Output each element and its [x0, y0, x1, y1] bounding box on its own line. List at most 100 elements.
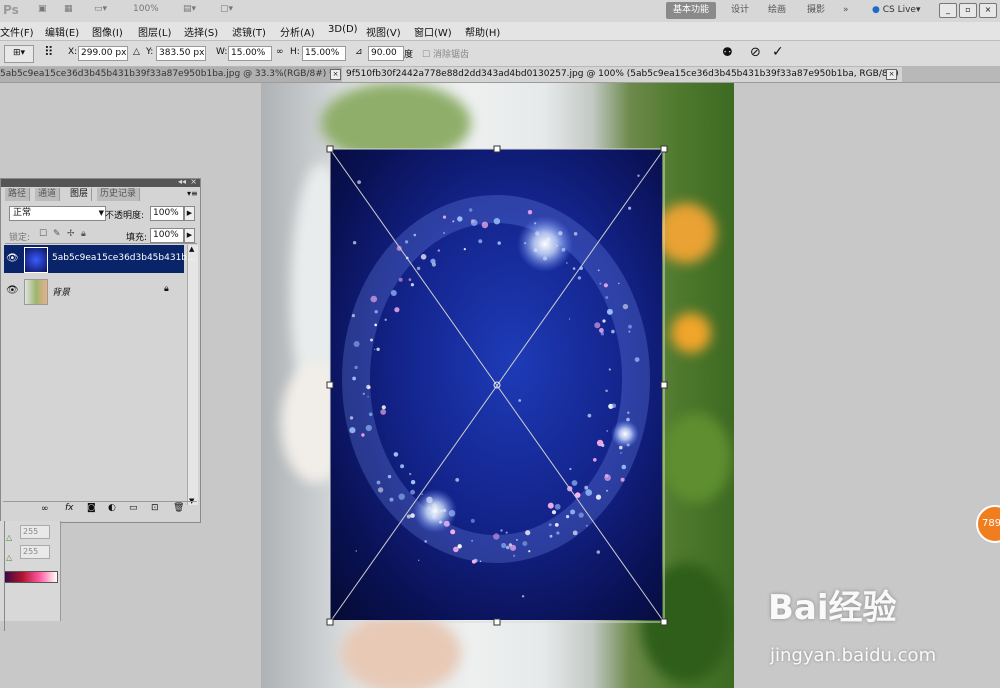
panel-header[interactable]: ◂◂ ×	[1, 177, 200, 187]
handle-top-center	[493, 145, 501, 153]
collapse-icon[interactable]: ◂◂	[178, 177, 186, 186]
tab-history[interactable]: 历史记录	[97, 188, 141, 201]
angle-input[interactable]: 90.00	[368, 46, 404, 61]
y-position-input[interactable]: 383.50 px	[156, 46, 206, 61]
view-extras-icon[interactable]: ▭▾	[94, 4, 107, 18]
adjustment-layer-icon[interactable]: ◐	[108, 503, 116, 513]
workspace-design[interactable]: 设计	[724, 2, 756, 19]
slider-marker-icon[interactable]: △	[6, 553, 12, 562]
delete-layer-icon[interactable]: 🗑︎	[173, 503, 184, 513]
handle-middle-left	[326, 381, 334, 389]
lock-image-icon[interactable]: ✎	[53, 229, 61, 239]
restore-button[interactable]: ▫	[959, 3, 977, 18]
minimize-button[interactable]: _	[939, 3, 957, 18]
minibridge-icon[interactable]: ▦	[64, 4, 73, 18]
menu-edit[interactable]: 编辑(E)	[45, 24, 79, 39]
opacity-arrow[interactable]: ▶	[184, 206, 195, 221]
layer-style-icon[interactable]: fx	[65, 503, 74, 513]
layers-footer: ∞ fx ◙ ◐ ▭ ⊡ 🗑︎	[3, 501, 197, 520]
menu-3d[interactable]: 3D(D)	[328, 24, 358, 35]
lock-all-icon[interactable]: 🔒︎	[81, 229, 86, 239]
panel-close-icon[interactable]: ×	[190, 177, 197, 186]
new-layer-icon[interactable]: ⊡	[151, 503, 159, 513]
relative-position-icon[interactable]: △	[133, 47, 140, 57]
width-input[interactable]: 15.00%	[228, 46, 272, 61]
menu-view[interactable]: 视图(V)	[366, 24, 401, 39]
tab-channels[interactable]: 通道	[35, 188, 61, 201]
menu-select[interactable]: 选择(S)	[184, 24, 218, 39]
zoom-level[interactable]: 100%	[133, 4, 159, 18]
warp-mode-icon[interactable]: ⚉	[722, 45, 733, 59]
photoshop-logo: Ps	[3, 3, 19, 17]
antialias-checkbox[interactable]: ☐ 消除锯齿	[422, 47, 469, 60]
tool-preset-picker[interactable]: ⊞▾	[4, 45, 34, 63]
layer-row-background[interactable]: 👁︎ 背景 🔒︎	[4, 277, 184, 305]
fill-arrow[interactable]: ▶	[184, 228, 195, 243]
handle-bottom-right	[660, 618, 668, 626]
tab-document-2[interactable]: 9f510fb30f2442a778e88d2dd343ad4bd0130257…	[342, 67, 902, 82]
layer-mask-icon[interactable]: ◙	[87, 503, 96, 513]
color-value-2[interactable]: 255	[20, 545, 50, 559]
slider-marker-icon[interactable]: △	[6, 533, 12, 542]
tab-paths[interactable]: 路径	[5, 188, 31, 201]
w-label: W:	[216, 47, 228, 57]
new-group-icon[interactable]: ▭	[129, 503, 138, 513]
height-input[interactable]: 15.00%	[302, 46, 346, 61]
blend-mode-select[interactable]: 正常 ▼	[9, 206, 106, 221]
more-workspaces-icon[interactable]: »	[836, 2, 856, 19]
x-label: X:	[68, 47, 78, 57]
lock-label: 锁定:	[9, 233, 31, 243]
menu-layer[interactable]: 图层(L)	[138, 24, 171, 39]
handle-bottom-left	[326, 618, 334, 626]
color-value-1[interactable]: 255	[20, 525, 50, 539]
bridge-icon[interactable]: ▣	[38, 4, 47, 18]
tab-document-1[interactable]: 5ab5c9ea15ce36d3b45b431b39f33a87e950b1ba…	[0, 67, 340, 82]
close-button[interactable]: ×	[979, 3, 997, 18]
arrange-documents-icon[interactable]: ▤▾	[183, 4, 196, 18]
transform-bounding-box[interactable]	[326, 145, 668, 626]
close-tab-1-icon[interactable]: ×	[330, 69, 341, 80]
lock-position-icon[interactable]: ✢	[67, 229, 75, 239]
close-tab-2-icon[interactable]: ×	[886, 69, 897, 80]
visibility-eye-icon[interactable]: 👁︎	[6, 253, 19, 265]
menu-image[interactable]: 图像(I)	[92, 24, 123, 39]
handle-middle-right	[660, 381, 668, 389]
color-panel-partial: 255 255 △ △	[0, 521, 61, 621]
link-layers-icon[interactable]: ∞	[41, 504, 49, 514]
layer-name[interactable]: 背景	[52, 285, 70, 298]
cs-live-icon: ●	[872, 5, 880, 15]
color-ramp[interactable]	[4, 571, 58, 583]
layer-thumbnail	[24, 247, 48, 273]
baidu-watermark-logo: Bai经验	[768, 588, 897, 628]
screen-mode-icon[interactable]: ▢▾	[220, 4, 233, 18]
visibility-eye-icon[interactable]: 👁︎	[6, 285, 19, 297]
cs-live-button[interactable]: ● CS Live▾	[872, 3, 921, 18]
layer-name[interactable]: 5ab5c9ea15ce36d3b45b431b...	[52, 253, 196, 263]
opacity-input[interactable]: 100%	[150, 206, 184, 221]
link-icon[interactable]: ∞	[276, 47, 284, 57]
floating-badge[interactable]: 789	[976, 505, 1000, 543]
layers-scrollbar[interactable]: ▲ ▼	[187, 245, 198, 505]
document-tabs: 5ab5c9ea15ce36d3b45b431b39f33a87e950b1ba…	[0, 67, 1000, 83]
fill-input[interactable]: 100%	[150, 228, 184, 243]
x-position-input[interactable]: 299.00 px	[78, 46, 128, 61]
lock-transparent-icon[interactable]: ☐	[39, 229, 47, 239]
menu-bar: 文件(F) 编辑(E) 图像(I) 图层(L) 选择(S) 滤镜(T) 分析(A…	[0, 22, 1000, 41]
layer-row-glitter[interactable]: 👁︎ 5ab5c9ea15ce36d3b45b431b...	[4, 245, 196, 273]
menu-file[interactable]: 文件(F)	[0, 24, 34, 39]
reference-point-icon[interactable]: ⠿	[44, 45, 54, 61]
app-bar: Ps ▣ ▦ ▭▾ 100% ▤▾ ▢▾ 基本功能 设计 绘画 摄影 » ● C…	[0, 0, 1000, 23]
menu-help[interactable]: 帮助(H)	[465, 24, 500, 39]
handle-bottom-center	[493, 618, 501, 626]
panel-menu-icon[interactable]: ▾≡	[187, 189, 198, 198]
menu-window[interactable]: 窗口(W)	[414, 24, 452, 39]
cancel-transform-icon[interactable]: ⊘	[750, 45, 761, 60]
commit-transform-icon[interactable]: ✓	[772, 44, 784, 60]
menu-filter[interactable]: 滤镜(T)	[232, 24, 266, 39]
handle-top-right	[660, 145, 668, 153]
workspace-painting[interactable]: 绘画	[761, 2, 793, 19]
tab-layers[interactable]: 图层	[67, 188, 93, 201]
workspace-photography[interactable]: 摄影	[800, 2, 832, 19]
workspace-essentials[interactable]: 基本功能	[666, 2, 717, 19]
menu-analysis[interactable]: 分析(A)	[280, 24, 315, 39]
